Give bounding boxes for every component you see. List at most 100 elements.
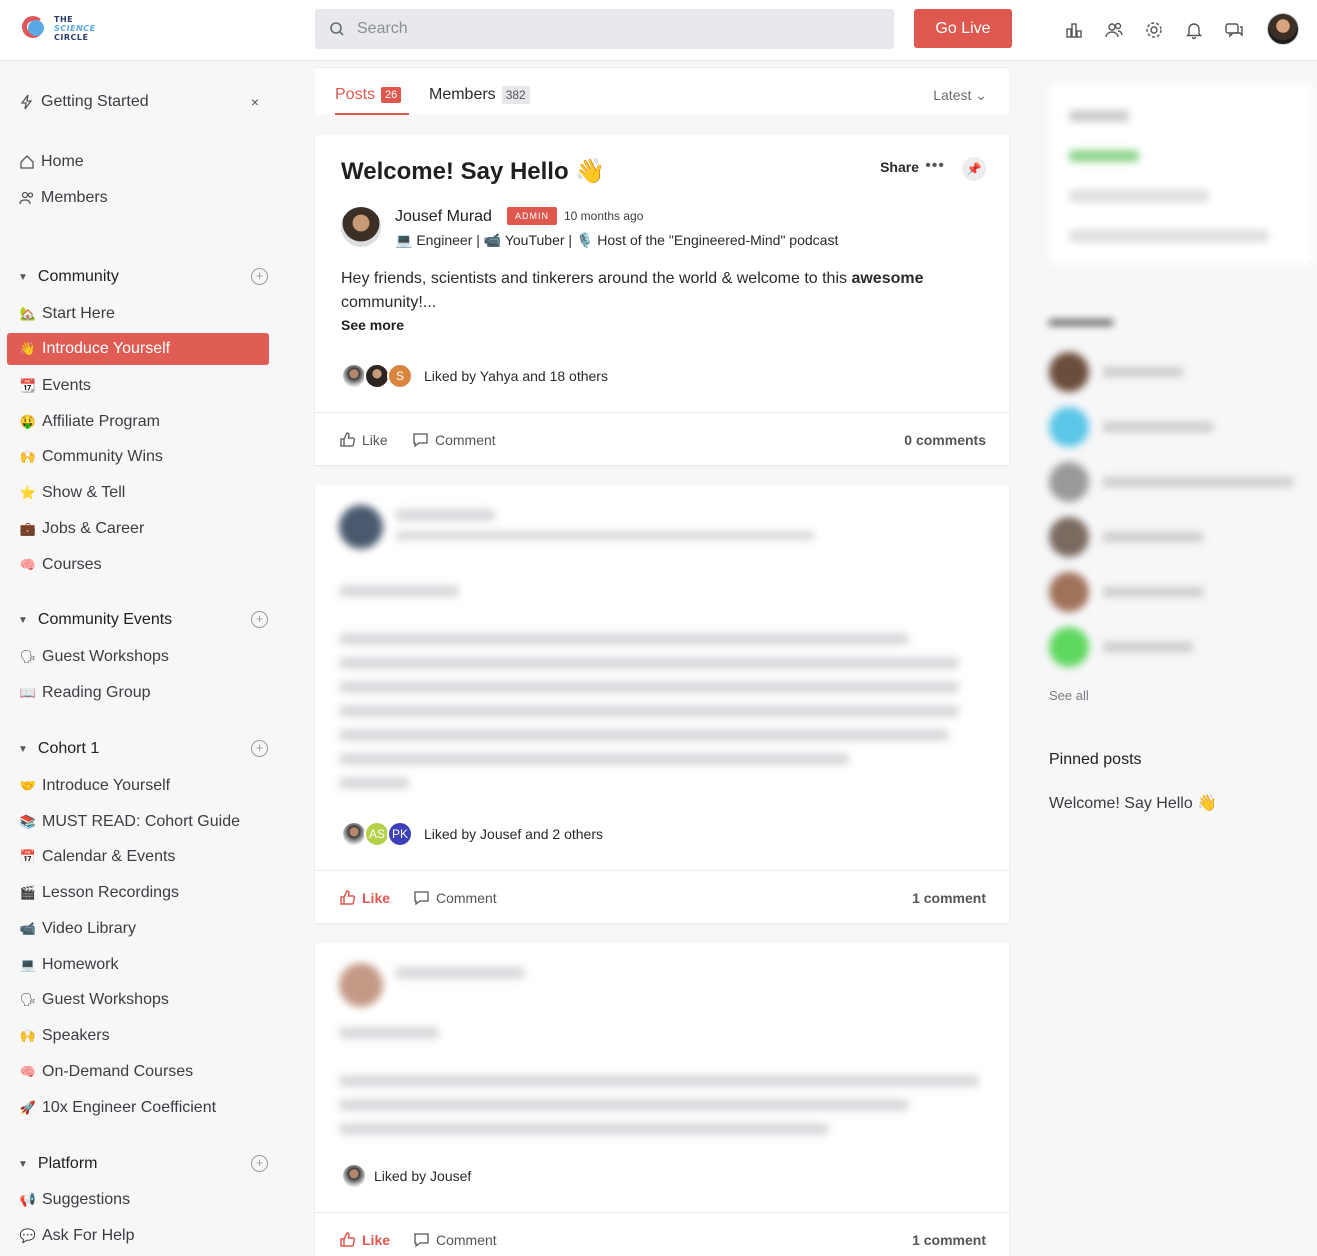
like-button[interactable]: Like: [339, 889, 390, 906]
author-avatar[interactable]: [339, 963, 383, 1007]
messages-icon[interactable]: [1224, 20, 1244, 40]
sidebar-item-introduce-yourself[interactable]: 👋 Introduce Yourself: [7, 333, 269, 365]
getting-started-widget: [1049, 84, 1313, 264]
sidebar-item-affiliate-program[interactable]: 🤑 Affiliate Program: [7, 406, 269, 438]
post-card: AS PK Liked by Jousef and 2 others Like …: [315, 485, 1009, 923]
comment-icon: [414, 1233, 429, 1248]
star-icon: ⭐: [19, 485, 37, 500]
search-input[interactable]: [357, 20, 857, 38]
sidebar-item-ask-for-help[interactable]: 💬 Ask For Help: [7, 1220, 269, 1252]
logo-mark-icon: [20, 13, 50, 43]
settings-icon[interactable]: [1144, 20, 1164, 40]
member-item[interactable]: [1049, 407, 1309, 447]
comments-count[interactable]: 1 comment: [912, 1232, 986, 1248]
sidebar-item-on-demand-courses[interactable]: 🧠 On-Demand Courses: [7, 1056, 269, 1088]
raised-hands-icon: 🙌: [19, 1028, 37, 1043]
see-all-members-link[interactable]: See all: [1049, 688, 1089, 703]
add-space-icon[interactable]: +: [251, 268, 268, 285]
tab-label: Posts: [335, 86, 376, 103]
comment-button[interactable]: Comment: [412, 431, 496, 448]
likers-row[interactable]: AS PK Liked by Jousef and 2 others: [341, 821, 603, 847]
go-live-button[interactable]: Go Live: [914, 9, 1012, 48]
tab-label: Members: [429, 86, 496, 103]
section-header-platform[interactable]: ▼ Platform +: [18, 1150, 268, 1178]
sidebar-item-community-wins[interactable]: 🙌 Community Wins: [7, 441, 269, 473]
comments-count[interactable]: 1 comment: [912, 890, 986, 906]
liked-by-text: Liked by Jousef and 2 others: [424, 826, 604, 842]
like-button[interactable]: Like: [339, 431, 388, 448]
author-name[interactable]: Jousef Murad: [395, 208, 492, 226]
close-icon[interactable]: ×: [251, 94, 259, 110]
pin-icon[interactable]: 📌: [962, 157, 986, 181]
sidebar-item-jobs-career[interactable]: 💼 Jobs & Career: [7, 513, 269, 545]
sidebar-item-label: Speakers: [42, 1027, 110, 1044]
sidebar-item-courses[interactable]: 🧠 Courses: [7, 549, 269, 581]
sidebar-item-members[interactable]: Members: [7, 182, 269, 214]
section-header-community[interactable]: ▼ Community +: [18, 263, 268, 291]
comment-icon: [413, 433, 428, 448]
comment-button[interactable]: Comment: [413, 889, 497, 906]
sidebar-item-label: Community Wins: [42, 448, 163, 465]
brain-icon: 🧠: [19, 1064, 37, 1079]
member-item[interactable]: [1049, 352, 1309, 392]
share-button[interactable]: Share: [880, 159, 919, 175]
leaderboard-icon[interactable]: [1064, 20, 1084, 40]
brain-icon: 🧠: [19, 557, 37, 572]
sidebar-item-label: Homework: [42, 956, 119, 973]
notifications-icon[interactable]: [1184, 20, 1204, 40]
logo[interactable]: THE SCIENCE CIRCLE: [20, 13, 96, 43]
sidebar-item-start-here[interactable]: 🏡 Start Here: [7, 298, 269, 330]
more-options-icon[interactable]: •••: [925, 157, 945, 175]
search-bar[interactable]: [315, 9, 894, 49]
see-more-link[interactable]: See more: [341, 317, 404, 333]
member-item[interactable]: [1049, 517, 1309, 557]
sort-dropdown[interactable]: Latest ⌄: [933, 87, 987, 104]
chevron-down-icon: ⌄: [975, 87, 987, 103]
member-item[interactable]: [1049, 462, 1309, 502]
sidebar-item-10x-engineer[interactable]: 🚀 10x Engineer Coefficient: [7, 1092, 269, 1124]
sidebar-item-reading-group[interactable]: 📖 Reading Group: [7, 677, 269, 709]
sidebar-item-home[interactable]: Home: [7, 146, 269, 178]
lightning-icon: [20, 94, 33, 110]
add-space-icon[interactable]: +: [251, 1155, 268, 1172]
pinned-post-link[interactable]: Welcome! Say Hello 👋: [1049, 793, 1217, 813]
sidebar-item-calendar-events[interactable]: 📅 Calendar & Events: [7, 841, 269, 873]
post-body-prefix: Hey friends, scientists and tinkerers ar…: [341, 270, 852, 287]
sidebar-item-cohort-guest-workshops[interactable]: 🗣 Guest Workshops: [7, 984, 269, 1016]
sidebar-item-events[interactable]: 📆 Events: [7, 370, 269, 402]
sidebar-item-video-library[interactable]: 📹 Video Library: [7, 913, 269, 945]
comment-button[interactable]: Comment: [413, 1231, 497, 1248]
sidebar-item-guest-workshops[interactable]: 🗣 Guest Workshops: [7, 641, 269, 673]
add-space-icon[interactable]: +: [251, 740, 268, 757]
tab-members[interactable]: Members 382: [429, 86, 530, 104]
user-avatar[interactable]: [1267, 13, 1299, 45]
sidebar-item-show-and-tell[interactable]: ⭐ Show & Tell: [7, 477, 269, 509]
post-title[interactable]: Welcome! Say Hello 👋: [341, 157, 605, 186]
section-header-cohort-1[interactable]: ▼ Cohort 1 +: [18, 735, 268, 763]
sidebar-item-cohort-introduce-yourself[interactable]: 🤝 Introduce Yourself: [7, 770, 269, 802]
sidebar-item-label: Reading Group: [42, 684, 151, 701]
sidebar-item-homework[interactable]: 💻 Homework: [7, 949, 269, 981]
tab-posts[interactable]: Posts 26: [335, 86, 402, 104]
megaphone-icon: 📢: [19, 1192, 37, 1207]
add-space-icon[interactable]: +: [251, 611, 268, 628]
author-avatar[interactable]: [339, 505, 383, 549]
sidebar-item-speakers[interactable]: 🙌 Speakers: [7, 1020, 269, 1052]
likers-row[interactable]: S Liked by Yahya and 18 others: [341, 363, 608, 389]
calendar-icon: 📅: [19, 849, 37, 864]
home-label: Home: [41, 153, 84, 170]
sidebar-item-lesson-recordings[interactable]: 🎬 Lesson Recordings: [7, 877, 269, 909]
sidebar-item-must-read[interactable]: 📚 MUST READ: Cohort Guide: [7, 806, 269, 838]
header-icons: [1064, 20, 1244, 40]
likers-row[interactable]: Liked by Jousef: [341, 1163, 471, 1189]
comments-count[interactable]: 0 comments: [904, 432, 986, 448]
member-item[interactable]: [1049, 572, 1309, 612]
like-button[interactable]: Like: [339, 1231, 390, 1248]
section-header-community-events[interactable]: ▼ Community Events +: [18, 606, 268, 634]
members-icon[interactable]: [1104, 20, 1124, 40]
author-avatar[interactable]: [341, 207, 381, 247]
sidebar-item-getting-started[interactable]: Getting Started ×: [7, 86, 269, 118]
sidebar-item-label: Jobs & Career: [42, 520, 145, 537]
sidebar-item-suggestions[interactable]: 📢 Suggestions: [7, 1184, 269, 1216]
member-item[interactable]: [1049, 627, 1309, 667]
